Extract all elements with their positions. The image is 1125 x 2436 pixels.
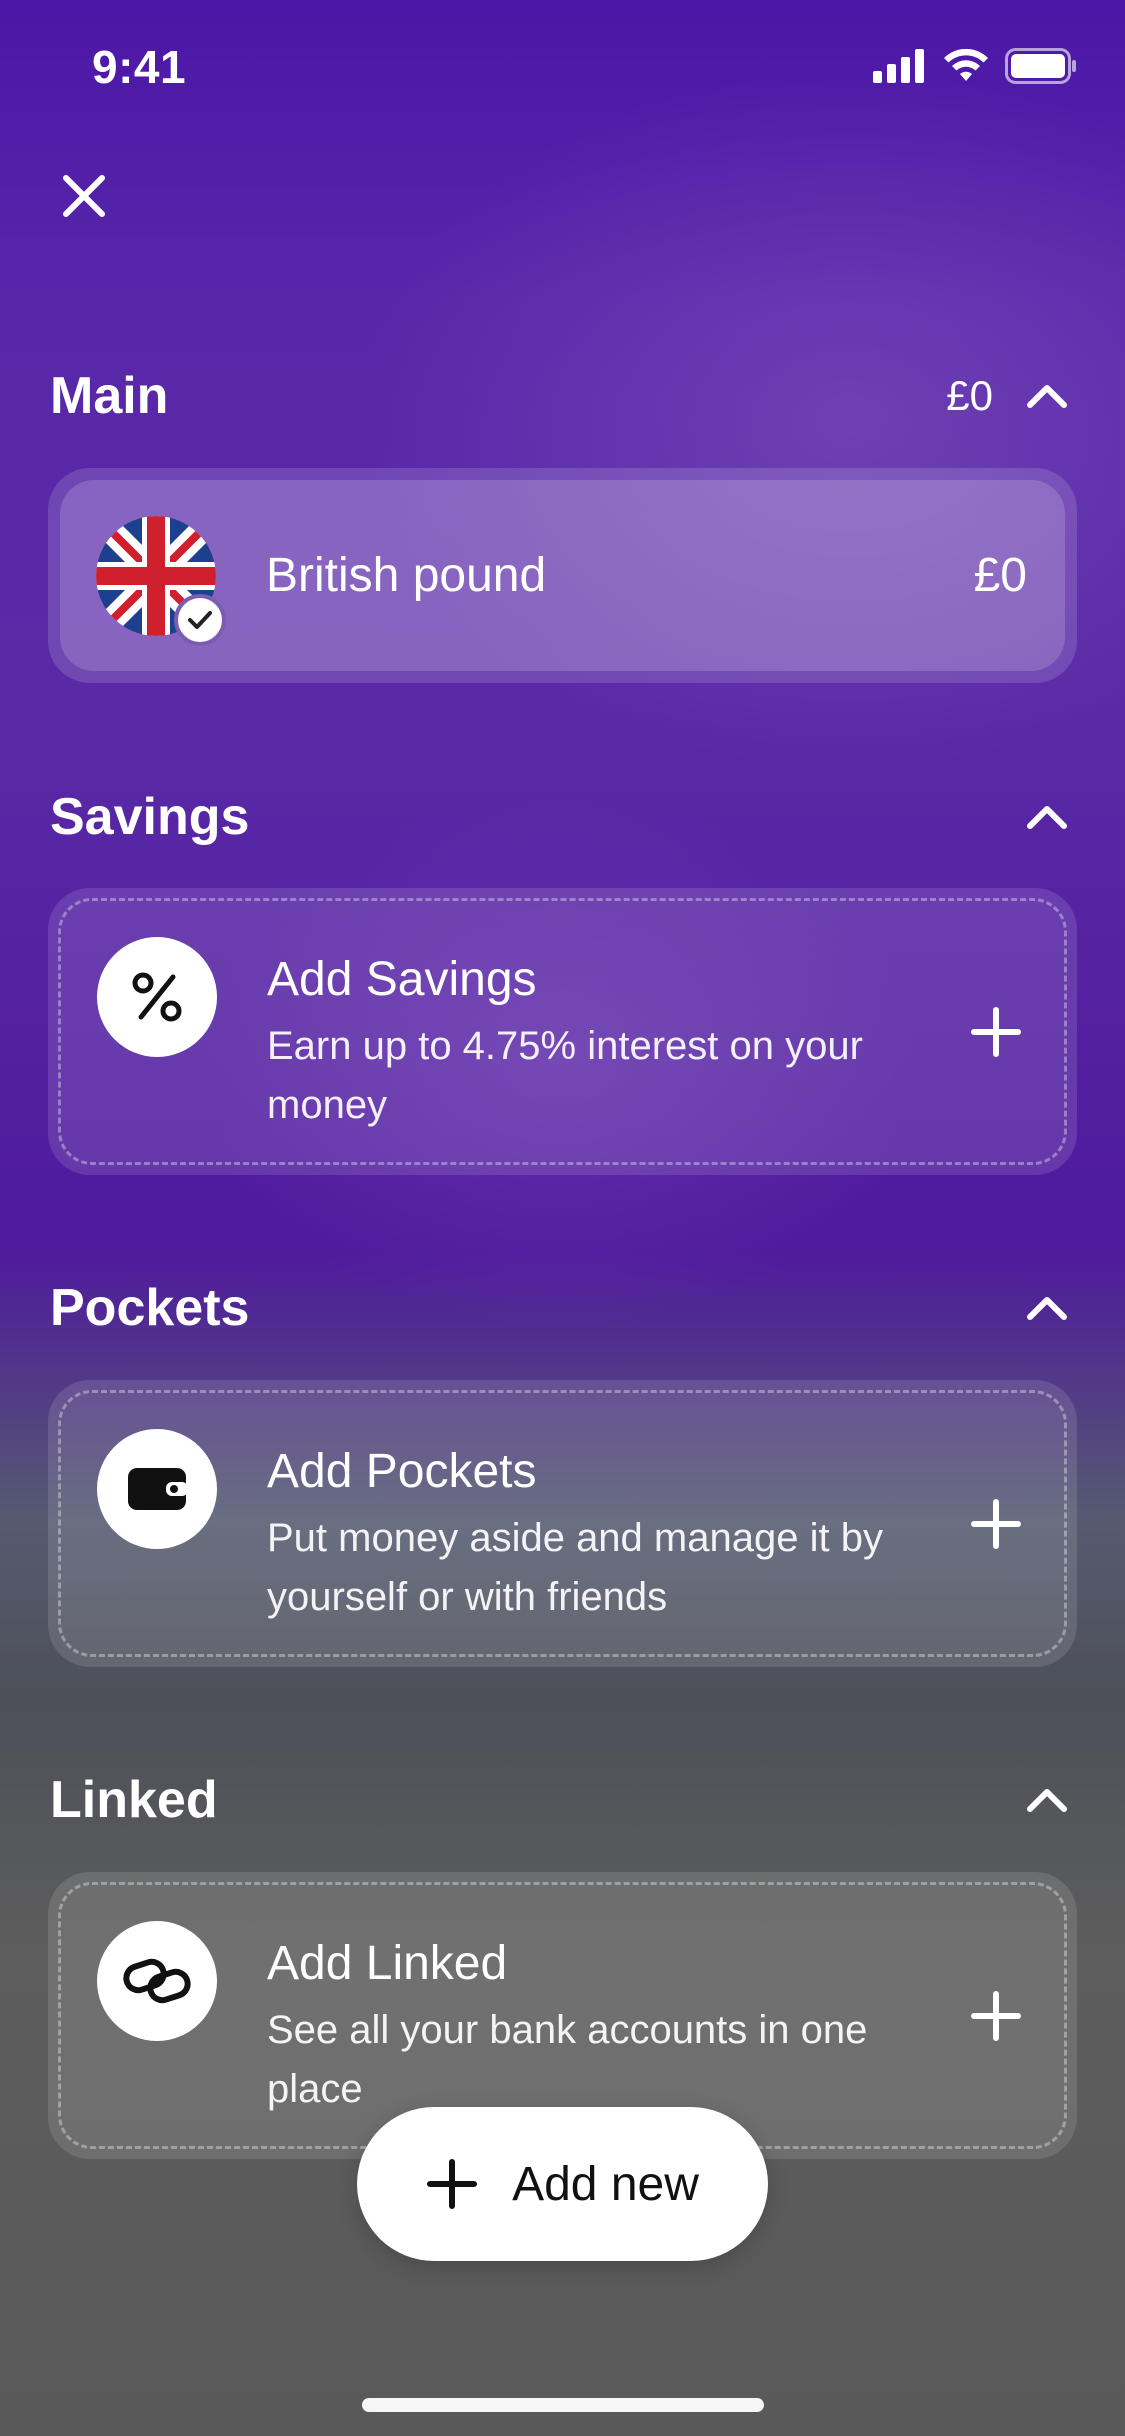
add-savings-inner: Add Savings Earn up to 4.75% interest on… xyxy=(58,898,1067,1165)
pockets-card-text: Add Pockets Put money aside and manage i… xyxy=(267,1443,946,1627)
add-new-button[interactable]: Add new xyxy=(357,2107,768,2261)
check-icon xyxy=(188,610,212,629)
close-icon xyxy=(63,175,105,217)
linked-card-title: Add Linked xyxy=(267,1937,508,1990)
accounts-screen: 9:41 Main £0 British pound £0 Savings Ad… xyxy=(0,0,1125,2436)
main-section-header[interactable]: Main £0 xyxy=(50,361,1075,431)
pockets-card-description: Put money aside and manage it by yoursel… xyxy=(267,1516,883,1619)
main-account-card[interactable]: British pound £0 xyxy=(48,468,1077,683)
plus-icon xyxy=(971,1498,1021,1549)
linked-section-header[interactable]: Linked xyxy=(50,1765,1075,1835)
plus-icon xyxy=(971,1990,1021,2041)
savings-card-title: Add Savings xyxy=(267,953,537,1006)
wallet-icon xyxy=(128,1468,188,1510)
add-pockets-button[interactable] xyxy=(966,1494,1026,1554)
section-title-pockets: Pockets xyxy=(50,1279,250,1337)
section-title-savings: Savings xyxy=(50,788,250,846)
pockets-collapse-button[interactable] xyxy=(1019,1280,1075,1336)
savings-card-text: Add Savings Earn up to 4.75% interest on… xyxy=(267,951,946,1135)
currency-flag xyxy=(96,515,226,646)
chevron-up-icon xyxy=(1027,806,1067,829)
account-balance: £0 xyxy=(973,549,1027,602)
chevron-up-icon xyxy=(1027,1789,1067,1812)
add-linked-button[interactable] xyxy=(966,1986,1026,2046)
section-title-main: Main xyxy=(50,367,169,425)
savings-card-description: Earn up to 4.75% interest on your money xyxy=(267,1024,863,1127)
signal-icon xyxy=(873,49,924,83)
status-icons xyxy=(873,48,1077,84)
section-title-linked: Linked xyxy=(50,1771,218,1829)
add-savings-card[interactable]: Add Savings Earn up to 4.75% interest on… xyxy=(48,888,1077,1175)
main-collapse-button[interactable] xyxy=(1019,368,1075,424)
main-total-amount: £0 xyxy=(946,372,993,419)
chevron-up-icon xyxy=(1027,1297,1067,1320)
account-name: British pound xyxy=(266,549,547,602)
linked-icon-circle xyxy=(97,1921,217,2041)
link-icon xyxy=(123,1958,191,2004)
home-indicator[interactable] xyxy=(362,2398,764,2412)
add-pockets-inner: Add Pockets Put money aside and manage i… xyxy=(58,1390,1067,1657)
selected-check-badge xyxy=(174,593,226,646)
close-button[interactable] xyxy=(52,164,116,228)
savings-section-right xyxy=(1019,789,1075,845)
wifi-icon xyxy=(944,49,988,81)
linked-collapse-button[interactable] xyxy=(1019,1772,1075,1828)
add-savings-button[interactable] xyxy=(966,1002,1026,1062)
pockets-section-header[interactable]: Pockets xyxy=(50,1273,1075,1343)
savings-icon-circle xyxy=(97,937,217,1057)
savings-section-header[interactable]: Savings xyxy=(50,782,1075,852)
percent-icon xyxy=(132,972,182,1022)
linked-card-text: Add Linked See all your bank accounts in… xyxy=(267,1935,946,2119)
add-new-label: Add new xyxy=(512,2157,699,2211)
savings-collapse-button[interactable] xyxy=(1019,789,1075,845)
add-pockets-card[interactable]: Add Pockets Put money aside and manage i… xyxy=(48,1380,1077,1667)
main-section-right: £0 xyxy=(946,368,1075,424)
status-time: 9:41 xyxy=(92,41,187,93)
plus-icon xyxy=(427,2159,478,2209)
chevron-up-icon xyxy=(1027,385,1067,408)
pockets-section-right xyxy=(1019,1280,1075,1336)
linked-card-description: See all your bank accounts in one place xyxy=(267,2008,868,2111)
battery-icon xyxy=(1005,48,1076,84)
pockets-icon-circle xyxy=(97,1429,217,1549)
pockets-card-title: Add Pockets xyxy=(267,1445,537,1498)
plus-icon xyxy=(971,1006,1021,1057)
british-pound-account[interactable]: British pound £0 xyxy=(60,480,1065,671)
linked-section-right xyxy=(1019,1772,1075,1828)
